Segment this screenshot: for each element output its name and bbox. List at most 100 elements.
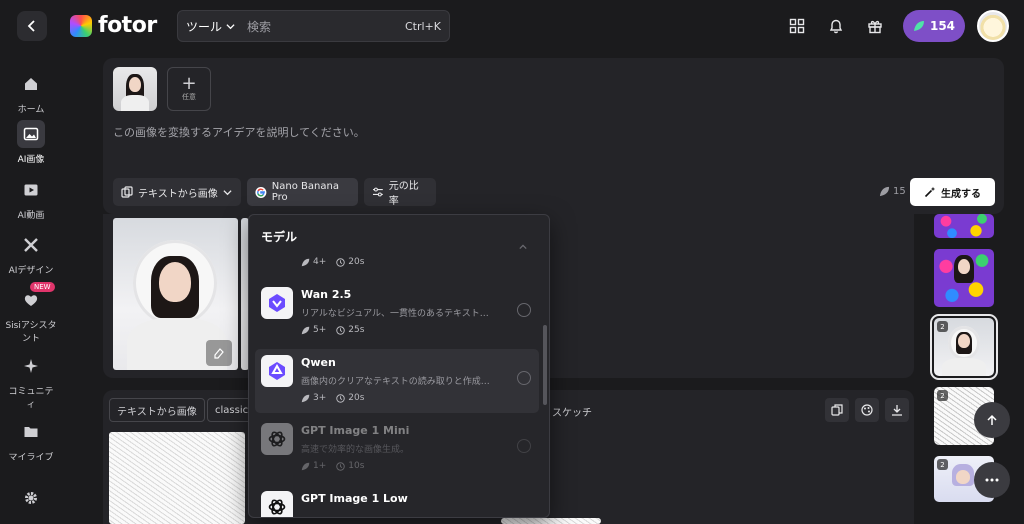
search-bar[interactable]: ツール 検索 Ctrl+K — [177, 10, 450, 42]
copy-button[interactable] — [825, 398, 849, 422]
sidebar-item-ai-image[interactable]: AI画像 — [0, 120, 62, 165]
copy-image-icon — [121, 186, 133, 198]
model-selector[interactable]: Nano Banana Pro — [247, 178, 358, 206]
sidebar-item-sisi-assistant[interactable]: NEW Sisiアシスタント — [0, 282, 62, 344]
model-option-gpt-image-1-low[interactable]: GPT Image 1 Low — [255, 485, 539, 517]
sidebar-item-my-library[interactable]: マイライブ — [0, 418, 62, 460]
model-radio[interactable] — [517, 439, 531, 453]
reference-image-thumbnail[interactable] — [113, 67, 157, 111]
history-thumbnail[interactable] — [934, 214, 994, 238]
sparkle-icon — [24, 359, 38, 373]
qwen-logo-icon — [261, 355, 293, 387]
prompt-tag[interactable]: テキストから画像 — [109, 398, 205, 422]
model-description: リアルなビジュアル、一貫性のあるテキスト… — [301, 309, 489, 319]
sidebar-item-ai-design[interactable]: AIデザイン — [0, 231, 62, 276]
thumb-face — [958, 259, 970, 274]
dropdown-scrollbar[interactable] — [543, 325, 547, 405]
search-input[interactable]: 検索 — [247, 18, 405, 35]
model-description: 画像内のクリアなテキストの読み取りと作成… — [301, 377, 490, 387]
history-thumbnail-selected[interactable]: 2 — [930, 314, 998, 380]
sidebar-item-label: AIデザイン — [8, 266, 54, 276]
tool-selector[interactable]: ツール — [186, 18, 235, 35]
chevron-down-icon — [223, 189, 232, 195]
image-count-badge: 2 — [937, 459, 948, 470]
clock-icon — [336, 461, 346, 471]
image-action-button[interactable] — [206, 340, 232, 366]
model-meta: 5+ 25s — [301, 325, 364, 335]
sidebar-item-label: AI動画 — [17, 211, 45, 221]
apps-grid-button[interactable] — [787, 16, 807, 36]
mode-label: テキストから画像 — [138, 188, 218, 200]
arrow-up-icon — [987, 414, 997, 425]
openai-logo-shape — [268, 499, 286, 515]
model-radio[interactable] — [517, 371, 531, 385]
prompt-panel: + 任意 この画像を変換するアイデアを説明してください。 テキストから画像 Na… — [103, 58, 1004, 214]
credit-value: 5+ — [313, 325, 327, 335]
add-reference-button[interactable]: + 任意 — [167, 67, 211, 111]
add-reference-label: 任意 — [182, 93, 196, 101]
qwen-logo-shape — [269, 362, 285, 380]
time-value: 20s — [348, 393, 365, 403]
sidebar-item-label: Sisiアシスタント — [5, 321, 57, 344]
generated-sketch-image[interactable] — [109, 432, 245, 524]
credits-button[interactable]: 154 — [903, 10, 965, 42]
model-dropdown: モデル 4+ 20s Wan 2.5 リアルなビジュアル、一貫性のあるテキスト…… — [248, 214, 550, 518]
more-options-button[interactable] — [974, 462, 1010, 498]
sidebar-settings-button[interactable] — [0, 484, 62, 516]
user-avatar[interactable] — [977, 10, 1009, 42]
time-cost: 25s — [336, 325, 364, 335]
history-thumbnail[interactable] — [934, 249, 994, 307]
model-option-qwen[interactable]: Qwen 画像内のクリアなテキストの読み取りと作成… 3+ 20s — [255, 349, 539, 413]
gift-icon — [868, 20, 882, 34]
style-tag-text: スケッチ — [552, 408, 592, 419]
credits-count: 154 — [929, 19, 956, 33]
fotor-logo[interactable]: fotor — [70, 13, 157, 38]
credit-cost: 4+ — [301, 257, 326, 267]
home-icon — [25, 78, 37, 90]
model-radio[interactable] — [517, 303, 531, 317]
credit-cost: 1+ — [301, 461, 326, 471]
model-meta-partial: 4+ 20s — [301, 257, 364, 267]
leaf-icon — [913, 21, 924, 31]
download-button[interactable] — [885, 398, 909, 422]
scroll-top-button[interactable] — [974, 402, 1010, 438]
sidebar-item-home[interactable]: ホーム — [0, 70, 62, 115]
eraser-icon — [214, 348, 224, 359]
model-name: GPT Image 1 Low — [301, 492, 408, 505]
model-option-gpt-image-1-mini[interactable]: GPT Image 1 Mini 高速で効率的な画像生成。 1+ 10s — [255, 417, 539, 481]
app-root: fotor ツール 検索 Ctrl+K 154 ホーム AI画像 AI動画 AI… — [0, 0, 1024, 524]
sidebar-item-community[interactable]: コミュニティ — [0, 352, 62, 410]
model-description: 高速で効率的な画像生成。 — [301, 445, 410, 455]
ratio-label: 元の比率 — [388, 181, 419, 207]
time-value: 10s — [348, 461, 365, 471]
leaf-icon — [301, 258, 310, 266]
remix-button[interactable] — [855, 398, 879, 422]
sidebar-item-ai-video[interactable]: AI動画 — [0, 176, 62, 221]
model-name: GPT Image 1 Mini — [301, 424, 410, 437]
generated-image[interactable] — [113, 218, 238, 370]
sliders-icon — [372, 187, 383, 197]
back-button[interactable] — [17, 11, 47, 41]
nav-icon-wrap — [17, 418, 45, 446]
model-option-wan[interactable]: Wan 2.5 リアルなビジュアル、一貫性のあるテキスト… 5+ 25s — [255, 281, 539, 345]
mode-selector[interactable]: テキストから画像 — [113, 178, 241, 206]
openai-logo-icon — [261, 491, 293, 517]
copy-icon — [831, 404, 843, 416]
chevron-left-icon — [27, 20, 35, 32]
prompt-input[interactable]: この画像を変換するアイデアを説明してください。 — [113, 124, 365, 140]
leaf-icon — [879, 186, 890, 197]
download-icon — [892, 405, 902, 416]
time-cost: 10s — [336, 461, 364, 471]
ratio-selector[interactable]: 元の比率 — [364, 178, 436, 207]
clock-icon — [336, 257, 346, 267]
design-tools-icon — [24, 238, 38, 252]
time-value: 20s — [348, 257, 365, 267]
wan-logo-shape — [269, 294, 285, 312]
gift-button[interactable] — [865, 16, 885, 36]
generate-button[interactable]: 生成する — [910, 178, 995, 206]
model-label: Nano Banana Pro — [271, 181, 339, 203]
notifications-button[interactable] — [826, 16, 846, 36]
leaf-icon — [301, 462, 310, 470]
generated-sketch-image-partial[interactable] — [501, 518, 601, 524]
image-count-badge: 2 — [937, 321, 948, 332]
